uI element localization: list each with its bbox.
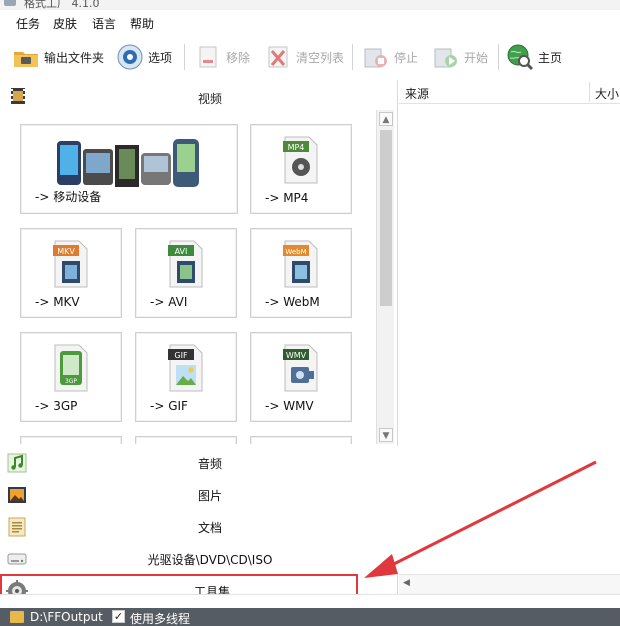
format-tile-label: -> GIF	[150, 399, 188, 413]
category-document[interactable]: 文档	[0, 510, 398, 542]
format-tile-3gp[interactable]: 3GP -> 3GP	[20, 332, 122, 422]
format-tile-partial[interactable]	[20, 436, 122, 444]
format-tile-label: -> WMV	[265, 399, 314, 413]
format-tile-label: -> WebM	[265, 295, 320, 309]
format-tile-label: -> 移动设备	[35, 190, 102, 204]
output-folder-label: 输出文件夹	[44, 50, 105, 65]
video-category-label: 视频	[197, 92, 222, 106]
column-separator[interactable]	[589, 82, 590, 102]
webm-file-icon: WebM	[281, 239, 321, 292]
webm-badge: WebM	[285, 248, 306, 256]
task-list-header: 来源 大小	[399, 80, 620, 104]
stop-button[interactable]: 停止	[362, 42, 418, 72]
format-tile-mobile[interactable]: -> 移动设备	[20, 124, 238, 214]
remove-icon	[194, 43, 222, 71]
globe-search-icon	[506, 43, 534, 71]
format-tile-mkv[interactable]: MKV -> MKV	[20, 228, 122, 318]
scroll-down-icon[interactable]: ▼	[379, 428, 393, 442]
app-icon	[4, 0, 16, 6]
stop-icon	[362, 43, 390, 71]
remove-button[interactable]: 移除	[194, 42, 250, 72]
title-bar: 格式工厂 4.1.0	[0, 0, 620, 10]
clear-list-icon	[264, 43, 292, 71]
mp4-file-icon: MP4	[281, 135, 321, 188]
scroll-left-icon[interactable]: ◀	[403, 578, 410, 588]
format-tile-partial[interactable]	[135, 436, 237, 444]
toolbar-separator	[352, 44, 353, 70]
category-image[interactable]: 图片	[0, 478, 398, 510]
options-label: 选项	[148, 50, 173, 65]
scrollbar-thumb[interactable]	[380, 130, 392, 306]
wmv-file-icon: WMV	[281, 343, 321, 396]
mkv-file-icon: MKV	[51, 239, 91, 292]
toolbar-separator	[184, 44, 185, 70]
category-audio[interactable]: 音频	[0, 446, 398, 478]
mkv-badge: MKV	[57, 247, 75, 256]
avi-badge: AVI	[175, 247, 188, 256]
mobile-devices-icon	[49, 135, 209, 196]
3gp-badge: 3GP	[65, 378, 77, 385]
format-tile-webm[interactable]: WebM -> WebM	[250, 228, 352, 318]
output-path[interactable]: D:\FFOutput	[30, 610, 103, 624]
format-tile-gif[interactable]: GIF -> GIF	[135, 332, 237, 422]
menu-help[interactable]: 帮助	[130, 15, 154, 32]
avi-file-icon: AVI	[166, 239, 206, 292]
format-tile-partial[interactable]	[250, 436, 352, 444]
menu-bar: 任务 皮肤 语言 帮助	[0, 10, 620, 36]
home-label: 主页	[538, 50, 563, 65]
multithread-checkbox[interactable]: ✓	[112, 610, 125, 623]
clear-list-label: 清空列表	[296, 50, 345, 65]
toolbar-separator	[498, 44, 499, 70]
gif-badge: GIF	[174, 351, 188, 360]
folder-icon	[12, 43, 40, 71]
function-panel: 视频 -> 移动设备 MP4 -> MP4 MKV -> MKV AVI -> …	[0, 80, 398, 606]
menu-skin[interactable]: 皮肤	[53, 15, 77, 32]
category-label: 文档	[197, 521, 222, 535]
task-list-hscrollbar[interactable]: ◀	[399, 574, 620, 594]
task-list-panel: 来源 大小 ◀	[399, 80, 620, 594]
scroll-up-icon[interactable]: ▲	[379, 112, 393, 126]
column-size[interactable]: 大小	[595, 85, 619, 102]
output-folder-icon[interactable]	[10, 611, 24, 623]
video-grid-scrollbar[interactable]: ▲ ▼	[376, 110, 394, 444]
wmv-badge: WMV	[286, 351, 307, 360]
format-tile-mp4[interactable]: MP4 -> MP4	[250, 124, 352, 214]
format-tile-label: -> MP4	[265, 191, 309, 205]
column-source[interactable]: 来源	[405, 85, 429, 102]
home-button[interactable]: 主页	[506, 42, 562, 72]
start-button[interactable]: 开始	[432, 42, 488, 72]
format-tile-label: -> AVI	[150, 295, 188, 309]
gif-file-icon: GIF	[166, 343, 206, 396]
menu-language[interactable]: 语言	[92, 15, 116, 32]
format-tile-label: -> MKV	[35, 295, 80, 309]
start-label: 开始	[464, 50, 489, 65]
category-disc[interactable]: 光驱设备\DVD\CD\ISO	[0, 542, 398, 574]
format-tile-avi[interactable]: AVI -> AVI	[135, 228, 237, 318]
category-label: 音频	[197, 457, 222, 471]
output-folder-button[interactable]: 输出文件夹	[12, 42, 104, 72]
start-icon	[432, 43, 460, 71]
stop-label: 停止	[394, 50, 419, 65]
panel-bottom-strip	[0, 594, 620, 608]
category-label: 光驱设备\DVD\CD\ISO	[147, 553, 273, 567]
mp4-badge: MP4	[288, 143, 305, 152]
toolbar: 输出文件夹 选项 移除 清空列表 停止 开始 主页	[0, 36, 620, 78]
format-tile-label: -> 3GP	[35, 399, 78, 413]
category-label: 图片	[197, 489, 222, 503]
video-category-header[interactable]: 视频	[0, 84, 398, 110]
options-button[interactable]: 选项	[116, 42, 172, 72]
options-icon	[116, 43, 144, 71]
window-title: 格式工厂 4.1.0	[24, 0, 100, 10]
menu-task[interactable]: 任务	[16, 15, 40, 32]
video-format-grid: -> 移动设备 MP4 -> MP4 MKV -> MKV AVI -> AVI…	[0, 110, 376, 444]
3gp-file-icon: 3GP	[51, 343, 91, 396]
multithread-label: 使用多线程	[130, 612, 191, 626]
status-bar: D:\FFOutput ✓ 使用多线程	[0, 608, 620, 626]
clear-list-button[interactable]: 清空列表	[264, 42, 344, 72]
remove-label: 移除	[226, 50, 251, 65]
format-tile-wmv[interactable]: WMV -> WMV	[250, 332, 352, 422]
